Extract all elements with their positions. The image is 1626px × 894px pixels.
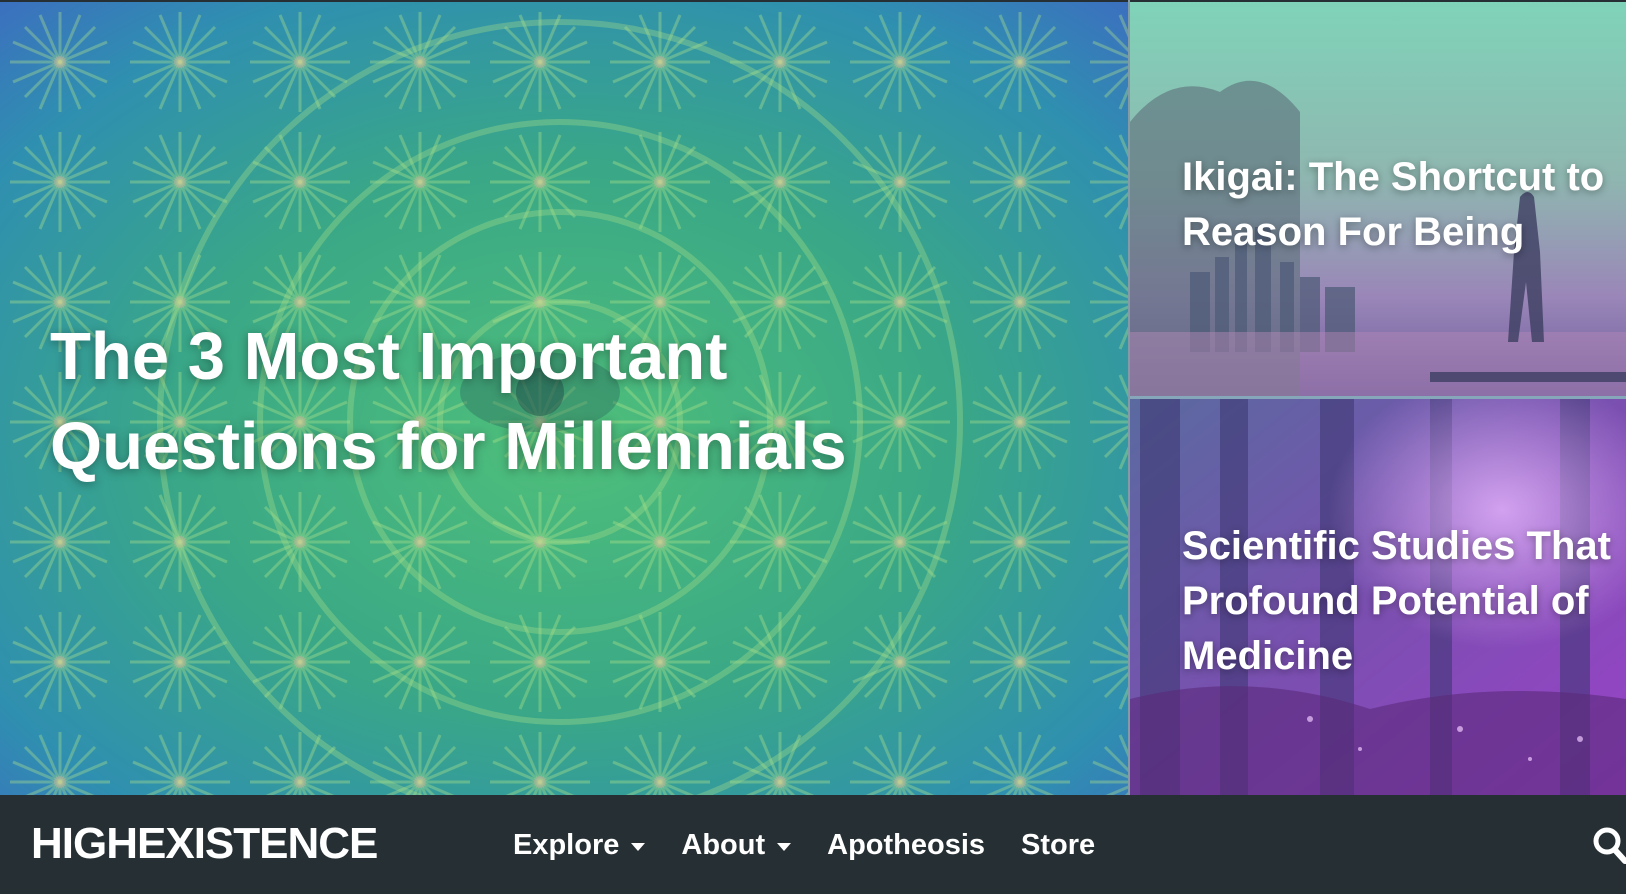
featured-article-side-2[interactable]: Scientific Studies That Profound Potenti… — [1130, 399, 1626, 795]
featured-article-main[interactable]: The 3 Most Important Questions for Mille… — [0, 2, 1128, 795]
nav-item-explore-label: Explore — [513, 828, 620, 861]
nav-item-about-label: About — [681, 828, 766, 861]
chevron-down-icon — [631, 842, 646, 851]
nav-item-apotheosis[interactable]: Apotheosis — [827, 828, 985, 862]
main-nav-menu: Explore About Apotheosis Store — [513, 795, 1131, 894]
nav-item-explore[interactable]: Explore — [513, 828, 646, 862]
site-logo[interactable]: HIGHEXISTENCE — [31, 819, 378, 869]
page: The 3 Most Important Questions for Mille… — [0, 0, 1626, 894]
search-icon — [1593, 827, 1626, 864]
featured-articles: The 3 Most Important Questions for Mille… — [0, 0, 1626, 795]
nav-item-apotheosis-label: Apotheosis — [827, 828, 986, 861]
featured-article-side-2-title[interactable]: Scientific Studies That Profound Potenti… — [1182, 519, 1611, 684]
nav-item-store-label: Store — [1021, 828, 1096, 861]
nav-item-about[interactable]: About — [681, 828, 792, 862]
chevron-down-icon — [777, 842, 792, 851]
nav-item-store[interactable]: Store — [1021, 828, 1095, 862]
featured-article-main-title[interactable]: The 3 Most Important Questions for Mille… — [50, 312, 1010, 492]
search-button[interactable] — [1592, 825, 1626, 865]
main-navbar: HIGHEXISTENCE Explore About Apotheosis S… — [0, 795, 1626, 894]
hero-divider-horizontal — [1130, 396, 1626, 399]
featured-article-side-1[interactable]: Ikigai: The Shortcut to Reason For Being — [1130, 2, 1626, 396]
featured-article-side-1-title[interactable]: Ikigai: The Shortcut to Reason For Being — [1182, 150, 1604, 260]
